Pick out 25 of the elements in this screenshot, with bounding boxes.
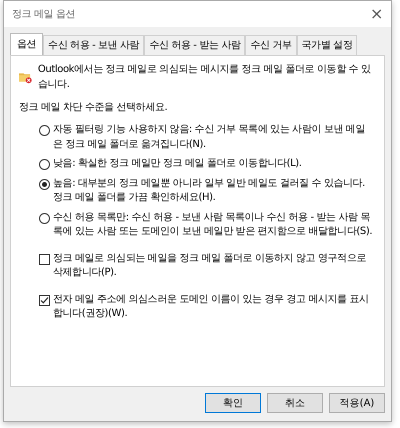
radio-button[interactable]	[39, 159, 50, 170]
dialog-button[interactable]: 취소	[267, 393, 323, 413]
option-label: 높음: 대부분의 정크 메일뿐 아니라 일부 일반 메일도 걸러질 수 있습니다. 정크 메일 폴더를 가끔 확인하세요(H).	[53, 176, 366, 205]
option-label: 정크 메일로 의심되는 메일을 정크 메일 폴더로 이동하지 않고 영구적으로 삭제합니다(P).	[53, 252, 368, 280]
junk-folder-icon	[19, 70, 32, 84]
option-label: 수신 허용 목록만: 수신 허용 - 보낸 사람 목록이나 수신 허용 - 받는 사람 목록에 있는 사람 또는 도메인이 보낸 메일만 받은 편지함으로 배달합니다(S).	[53, 210, 374, 239]
radio-button[interactable]	[39, 125, 50, 136]
tab[interactable]: 수신 허용 - 받는 사람	[144, 35, 246, 55]
tab[interactable]: 수신 거부	[245, 35, 297, 55]
radio-button[interactable]	[39, 178, 50, 190]
window-title: 정크 메일 옵션	[12, 8, 76, 22]
close-button[interactable]: ×	[370, 6, 383, 22]
option-label: 자동 필터링 기능 사용하지 않음: 수신 거부 목록에 있는 사람이 보낸 메일은 정크 메일 폴더로 옮겨집니다(N).	[53, 123, 366, 152]
dialog-button[interactable]: 적용(A)	[329, 393, 385, 413]
radio-button[interactable]	[39, 212, 50, 224]
option-label: 전자 메일 주소에 의심스러운 도메인 이름이 있는 경우 경고 메시지를 표시합니다(권장)(W).	[53, 292, 370, 321]
dialog-button[interactable]: 확인	[205, 393, 261, 413]
intro-text: Outlook에서는 정크 메일로 의심되는 메시지를 정크 메일 폴더로 이동할 수 있습니다.	[38, 63, 372, 92]
checkbox[interactable]	[39, 294, 50, 306]
checkbox[interactable]	[39, 254, 50, 264]
tab[interactable]: 옵션	[10, 33, 44, 55]
prompt-text: 정크 메일 차단 수준을 선택하세요.	[19, 101, 168, 115]
tab[interactable]: 수신 허용 - 보낸 사람	[43, 35, 144, 55]
tab[interactable]: 국가별 설정	[296, 35, 358, 55]
option-label: 낮음: 확실한 정크 메일만 정크 메일 폴더로 이동합니다(L).	[53, 157, 302, 171]
